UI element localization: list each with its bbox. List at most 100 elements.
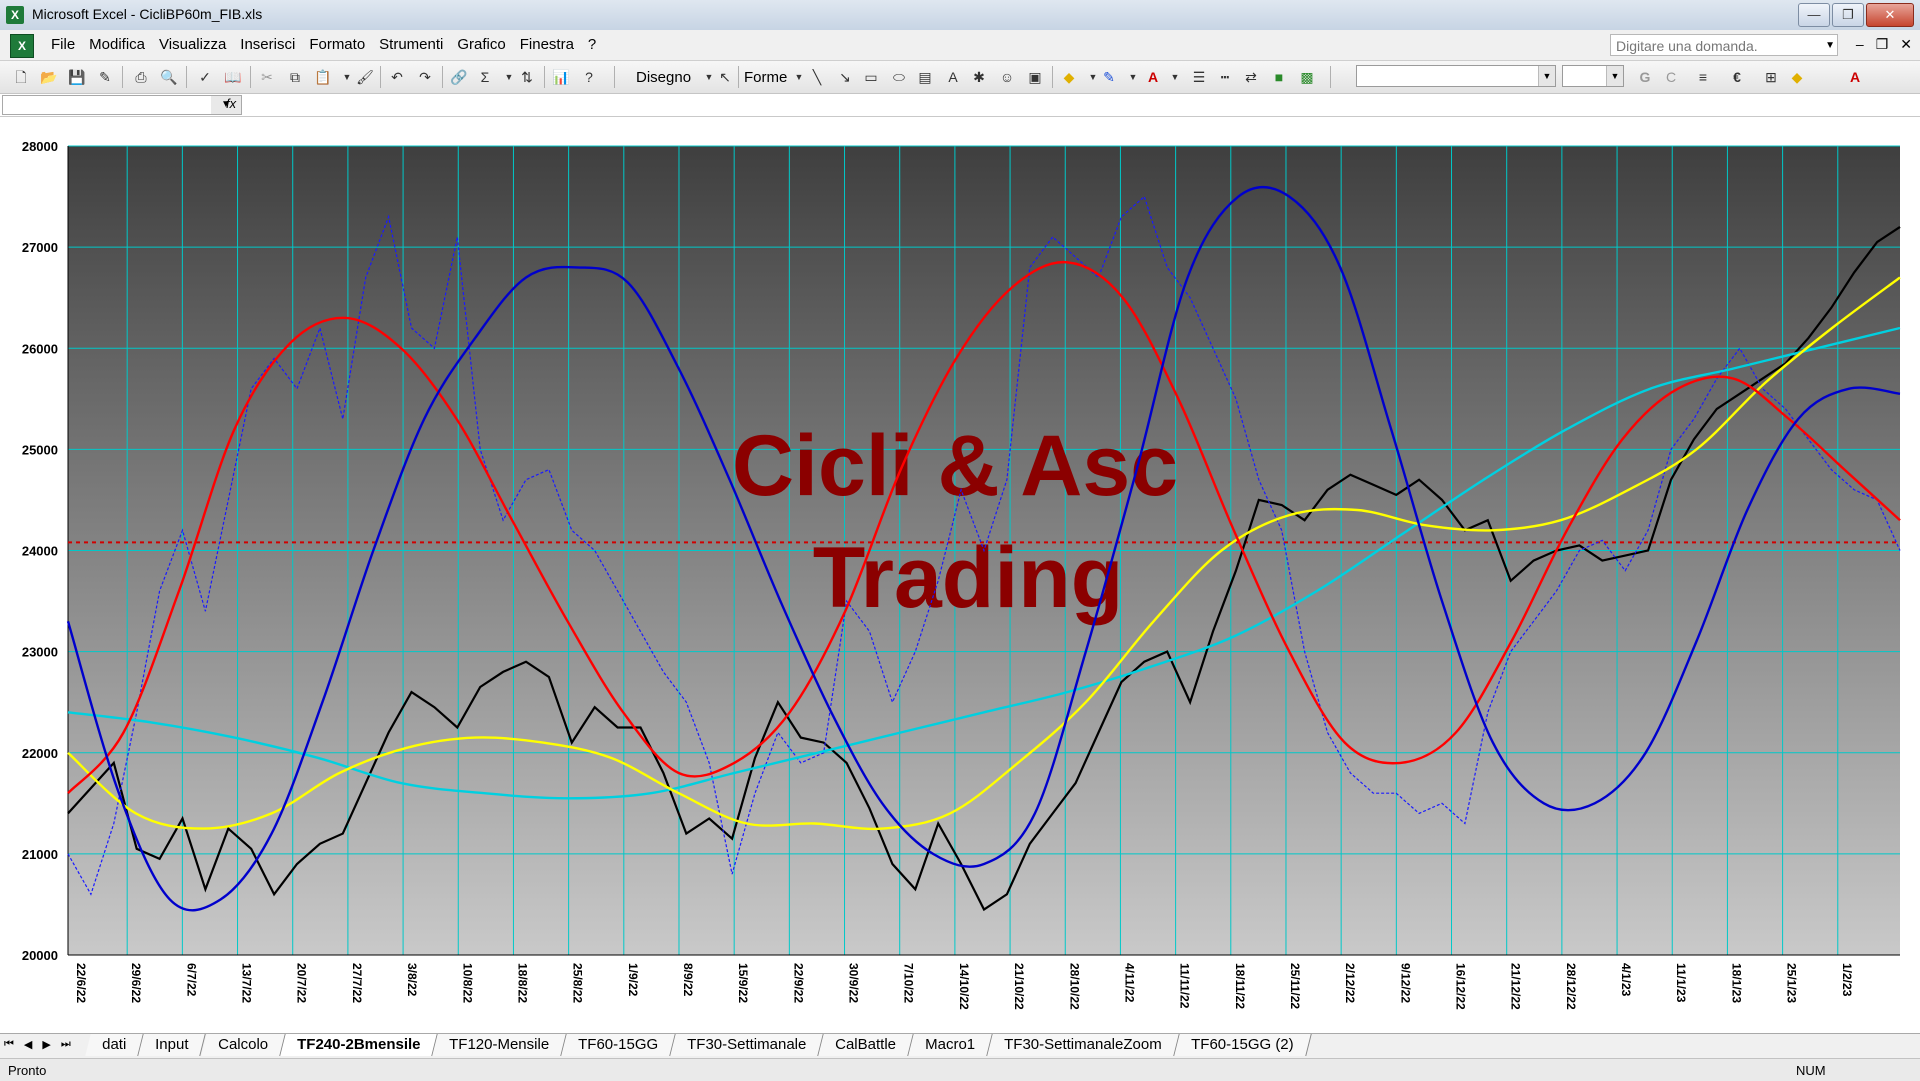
chevron-down-icon[interactable]: ▼: [1166, 68, 1184, 86]
clipart-icon[interactable]: ☺: [998, 68, 1016, 86]
euro-icon[interactable]: €: [1728, 68, 1746, 86]
menu-bar: X File Modifica Visualizza Inserisci Formato…: [0, 30, 1920, 61]
research-icon[interactable]: 📖: [224, 68, 242, 86]
sheet-tab[interactable]: Calcolo: [200, 1034, 286, 1056]
next-sheet-icon[interactable]: ▶: [42, 1038, 50, 1051]
menu-item[interactable]: Finestra: [513, 36, 581, 53]
wordart-icon[interactable]: A: [944, 68, 962, 86]
chevron-down-icon[interactable]: ▼: [338, 68, 356, 86]
line-color-icon[interactable]: ✎: [1100, 68, 1118, 86]
cut-icon[interactable]: ✂: [258, 68, 276, 86]
print-icon[interactable]: ⎙: [132, 68, 150, 86]
arrow-style-icon[interactable]: ⇄: [1242, 68, 1260, 86]
diagram-icon[interactable]: ✱: [970, 68, 988, 86]
close-button[interactable]: ✕: [1866, 3, 1914, 27]
save-icon[interactable]: 💾: [68, 68, 86, 86]
sheet-tab-label: Input: [155, 1036, 189, 1053]
sheet-tabs-bar: ⏮ ◀ ▶ ⏭ dati Input Calcolo TF240-2Bmensile T…: [0, 1033, 1920, 1058]
chart-area[interactable]: 20000 21000 22000 23000 24000 25000 26000 27000…: [0, 117, 1920, 1033]
sheet-tab[interactable]: TF60-15GG (2): [1174, 1034, 1312, 1056]
chart-wizard-icon[interactable]: 📊: [552, 68, 570, 86]
chevron-down-icon[interactable]: ▼: [1606, 66, 1623, 86]
help-icon[interactable]: ?: [580, 68, 598, 86]
sheet-tab[interactable]: TF240-2Bmensile: [279, 1034, 438, 1056]
menu-item[interactable]: File: [44, 36, 82, 53]
chevron-down-icon[interactable]: ▼: [500, 68, 518, 86]
x-tick-label: 1/9/22: [626, 963, 640, 997]
first-sheet-icon[interactable]: ⏮: [4, 1038, 14, 1051]
permission-icon[interactable]: ✎: [96, 68, 114, 86]
function-icon[interactable]: fx: [226, 96, 236, 111]
textbox-icon[interactable]: ▤: [916, 68, 934, 86]
new-file-icon[interactable]: 🗋: [12, 68, 30, 86]
workbook-restore-button[interactable]: ❐: [1876, 36, 1889, 53]
font-name-combo[interactable]: ▼: [1356, 65, 1556, 87]
autosum-icon[interactable]: Σ: [476, 68, 494, 86]
line-icon[interactable]: ╲: [808, 68, 826, 86]
rectangle-icon[interactable]: ▭: [862, 68, 880, 86]
help-question-box[interactable]: Digitare una domanda. ▼: [1610, 34, 1838, 56]
3d-icon[interactable]: ▩: [1298, 68, 1316, 86]
sheet-tab[interactable]: TF30-Settimanale: [670, 1034, 825, 1056]
undo-icon[interactable]: ↶: [388, 68, 406, 86]
draw-menu-button[interactable]: Disegno: [636, 69, 691, 86]
print-preview-icon[interactable]: 🔍: [160, 68, 178, 86]
borders-icon[interactable]: ⊞: [1762, 68, 1780, 86]
sheet-tab[interactable]: Macro1: [908, 1034, 993, 1056]
y-tick-label: 23000: [22, 645, 58, 660]
line-style-icon[interactable]: ☰: [1190, 68, 1208, 86]
select-pointer-icon[interactable]: ↖: [716, 68, 734, 86]
last-sheet-icon[interactable]: ⏭: [61, 1038, 71, 1051]
menu-item[interactable]: Formato: [302, 36, 372, 53]
maximize-button[interactable]: ❐: [1832, 3, 1864, 27]
sort-icon[interactable]: ⇅: [518, 68, 536, 86]
menu-item[interactable]: Visualizza: [152, 36, 233, 53]
redo-icon[interactable]: ↷: [416, 68, 434, 86]
workbook-icon[interactable]: X: [10, 34, 34, 58]
bold-icon[interactable]: G: [1636, 68, 1654, 86]
chevron-down-icon[interactable]: ▼: [1124, 68, 1142, 86]
align-icon[interactable]: ≡: [1694, 68, 1712, 86]
dash-style-icon[interactable]: ┅: [1216, 68, 1234, 86]
arrow-icon[interactable]: ↘: [836, 68, 854, 86]
paste-icon[interactable]: 📋: [314, 68, 332, 86]
shapes-menu-button[interactable]: Forme: [744, 69, 787, 86]
sheet-tab[interactable]: TF30-SettimanaleZoom: [987, 1034, 1180, 1056]
fill-color-icon[interactable]: ◆: [1788, 68, 1806, 86]
picture-icon[interactable]: ▣: [1026, 68, 1044, 86]
shadow-icon[interactable]: ■: [1270, 68, 1288, 86]
copy-icon[interactable]: ⧉: [286, 68, 304, 86]
menu-item[interactable]: Grafico: [450, 36, 512, 53]
italic-icon[interactable]: C: [1662, 68, 1680, 86]
font-size-combo[interactable]: ▼: [1562, 65, 1624, 87]
font-color-icon[interactable]: A: [1846, 68, 1864, 86]
spelling-icon[interactable]: ✓: [196, 68, 214, 86]
x-tick-label: 11/1/23: [1674, 963, 1688, 1003]
excel-app-icon[interactable]: X: [6, 6, 24, 24]
prev-sheet-icon[interactable]: ◀: [24, 1038, 32, 1051]
fill-color-icon[interactable]: ◆: [1060, 68, 1078, 86]
minimize-button[interactable]: —: [1798, 3, 1830, 27]
menu-item[interactable]: Strumenti: [372, 36, 450, 53]
sheet-tab[interactable]: CalBattle: [818, 1034, 914, 1056]
sheet-tab[interactable]: dati: [85, 1034, 144, 1056]
chevron-down-icon[interactable]: ▼: [1825, 35, 1835, 57]
oval-icon[interactable]: ⬭: [890, 68, 908, 86]
workbook-minimize-button[interactable]: –: [1856, 36, 1864, 53]
sheet-tab[interactable]: TF60-15GG: [561, 1034, 676, 1056]
sheet-tab[interactable]: Input: [138, 1034, 207, 1056]
open-folder-icon[interactable]: 📂: [40, 68, 58, 86]
name-box[interactable]: ▼: [2, 95, 242, 115]
hyperlink-icon[interactable]: 🔗: [450, 68, 468, 86]
chevron-down-icon[interactable]: ▼: [1538, 66, 1555, 86]
menu-item[interactable]: Inserisci: [233, 36, 302, 53]
font-color-icon[interactable]: A: [1144, 68, 1162, 86]
workbook-close-button[interactable]: ✕: [1900, 36, 1912, 53]
x-tick-label: 22/6/22: [74, 963, 88, 1003]
chevron-down-icon[interactable]: ▼: [790, 68, 808, 86]
menu-item[interactable]: ?: [581, 36, 603, 53]
sheet-tab[interactable]: TF120-Mensile: [432, 1034, 567, 1056]
format-painter-icon[interactable]: 🖌: [356, 68, 374, 86]
menu-item[interactable]: Modifica: [82, 36, 152, 53]
line-chart[interactable]: 20000 21000 22000 23000 24000 25000 26000 27000…: [0, 117, 1920, 1033]
